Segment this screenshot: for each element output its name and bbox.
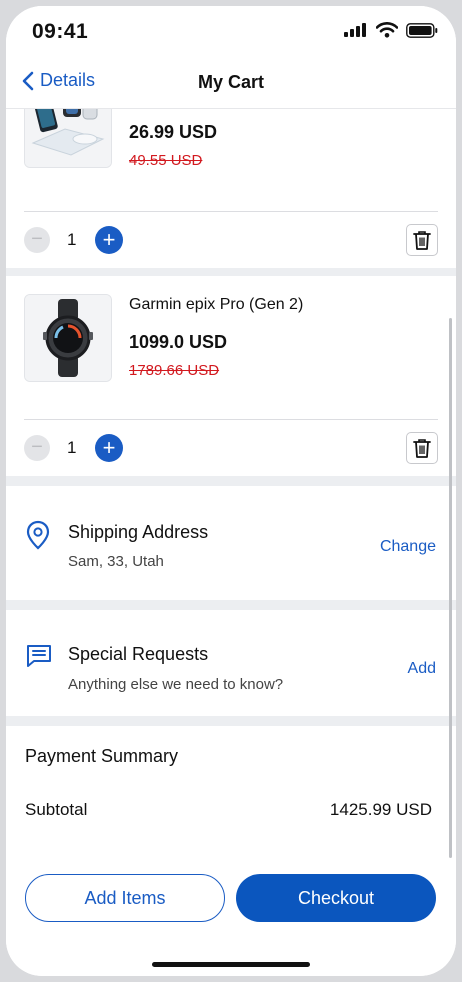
delete-item-button[interactable] [406, 432, 438, 464]
add-items-button[interactable]: Add Items [25, 874, 225, 922]
trash-icon [413, 439, 431, 458]
cart-item: Garmin epix Pro (Gen 2) 1099.0 USD 1789.… [6, 276, 456, 476]
checkout-button[interactable]: Checkout [236, 874, 436, 922]
shipping-address-title: Shipping Address [68, 522, 209, 542]
shipping-address-value: Sam, 33, Utah [68, 553, 164, 570]
watch-product-image [25, 295, 111, 381]
bottom-action-bar: Add Items Checkout [6, 858, 456, 976]
page-title: My Cart [197, 72, 264, 92]
subtotal-label: Subtotal [25, 800, 88, 819]
phone-screen: 09:41 Details My Cart 26.99 USD 49.55 US… [6, 6, 456, 976]
navigation-bar: Details My Cart [6, 56, 456, 109]
item-price: 1099.0 USD [129, 332, 228, 352]
special-requests-title: Special Requests [68, 644, 209, 664]
item-original-price: 1789.66 USD [129, 362, 220, 379]
wifi-icon [376, 22, 398, 38]
item-quantity: 1 [67, 230, 77, 249]
home-indicator[interactable] [152, 962, 310, 967]
product-image [24, 294, 112, 382]
add-request-button[interactable]: Add [408, 660, 436, 678]
special-requests-prompt: Anything else we need to know? [68, 676, 284, 693]
item-divider [24, 211, 438, 212]
battery-icon [406, 22, 438, 38]
delete-item-button[interactable] [406, 224, 438, 256]
charger-product-image [25, 108, 111, 167]
item-quantity: 1 [67, 438, 77, 457]
scrollbar[interactable] [449, 318, 452, 858]
decrease-quantity-button[interactable]: − [24, 435, 50, 461]
payment-summary-title: Payment Summary [25, 746, 179, 766]
item-name: Garmin epix Pro (Gen 2) [129, 296, 304, 313]
cart-scroll-area[interactable]: 26.99 USD 49.55 USD − 1 + Garmin epix Pr… [6, 108, 456, 858]
status-icons [344, 22, 438, 38]
change-address-button[interactable]: Change [380, 538, 436, 556]
shipping-address-section: Shipping Address Sam, 33, Utah Change [6, 486, 456, 600]
trash-icon [413, 231, 431, 250]
message-icon [27, 645, 51, 667]
location-pin-icon [26, 520, 50, 550]
item-price: 26.99 USD [129, 122, 218, 142]
payment-summary-section: Payment Summary Subtotal 1425.99 USD [6, 726, 456, 858]
increase-quantity-button[interactable]: + [95, 226, 123, 254]
status-time: 09:41 [32, 20, 89, 43]
special-requests-section: Special Requests Anything else we need t… [6, 610, 456, 716]
increase-quantity-button[interactable]: + [95, 434, 123, 462]
decrease-quantity-button[interactable]: − [24, 227, 50, 253]
signal-icon [344, 23, 366, 37]
cart-item: 26.99 USD 49.55 USD − 1 + [6, 108, 456, 268]
status-bar: 09:41 [6, 6, 456, 56]
item-original-price: 49.55 USD [129, 152, 203, 169]
subtotal-value: 1425.99 USD [329, 800, 432, 819]
item-divider [24, 419, 438, 420]
product-image [24, 108, 112, 168]
